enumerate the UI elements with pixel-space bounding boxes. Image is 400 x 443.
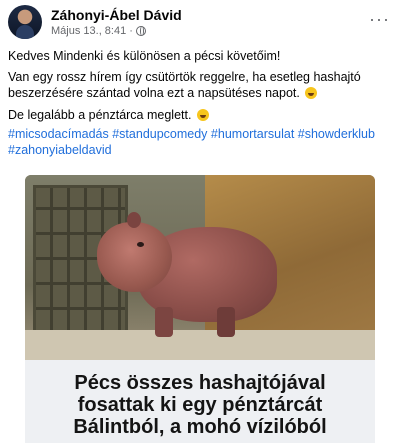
more-options-icon[interactable]: ··· (369, 9, 390, 30)
post-text-3: De legalább a pénztárca meglett. (8, 108, 192, 122)
meta-separator: · (129, 25, 133, 37)
author-name[interactable]: Záhonyi-Ábel Dávid (51, 7, 182, 23)
post-paragraph-3: De legalább a pénztárca meglett. (8, 107, 396, 123)
hippo-image (97, 207, 277, 337)
avatar[interactable] (8, 5, 42, 39)
headline-line-2: fosattak ki egy pénztárcát (77, 394, 323, 416)
headline-line-1: Pécs összes hashajtójával (74, 372, 326, 394)
hashtag-link[interactable]: #humortarsulat (211, 127, 294, 141)
hashtag-link[interactable]: #micsodacímadás (8, 127, 109, 141)
post-paragraph-2: Van egy rossz hírem így csütörtök reggel… (8, 69, 396, 101)
link-preview-image[interactable] (25, 175, 375, 360)
post-header: Záhonyi-Ábel Dávid Május 13., 8:41 · ··· (0, 0, 400, 44)
post-meta: Május 13., 8:41 · (51, 25, 146, 37)
hashtag-link[interactable]: #showderklub (298, 127, 375, 141)
hashtag-link[interactable]: #zahonyiabeldavid (8, 143, 112, 157)
hashtag-link[interactable]: #standupcomedy (112, 127, 207, 141)
hashtag-list: #micsodacímadás #standupcomedy #humortar… (8, 126, 396, 158)
post-paragraph-1: Kedves Mindenki és különösen a pécsi köv… (8, 48, 396, 64)
laughing-emoji-icon (305, 87, 318, 99)
globe-icon (135, 26, 146, 36)
laughing-emoji-icon (196, 109, 209, 121)
link-preview-headline[interactable]: Pécs összes hashajtójával fosattak ki eg… (25, 360, 375, 443)
post-timestamp[interactable]: Május 13., 8:41 (51, 25, 126, 37)
headline-line-3: Bálintból, a mohó vízilóból (73, 416, 327, 438)
facebook-post: Záhonyi-Ábel Dávid Május 13., 8:41 · ···… (0, 0, 400, 443)
post-text-1: Kedves Mindenki és különösen a pécsi köv… (8, 49, 281, 63)
